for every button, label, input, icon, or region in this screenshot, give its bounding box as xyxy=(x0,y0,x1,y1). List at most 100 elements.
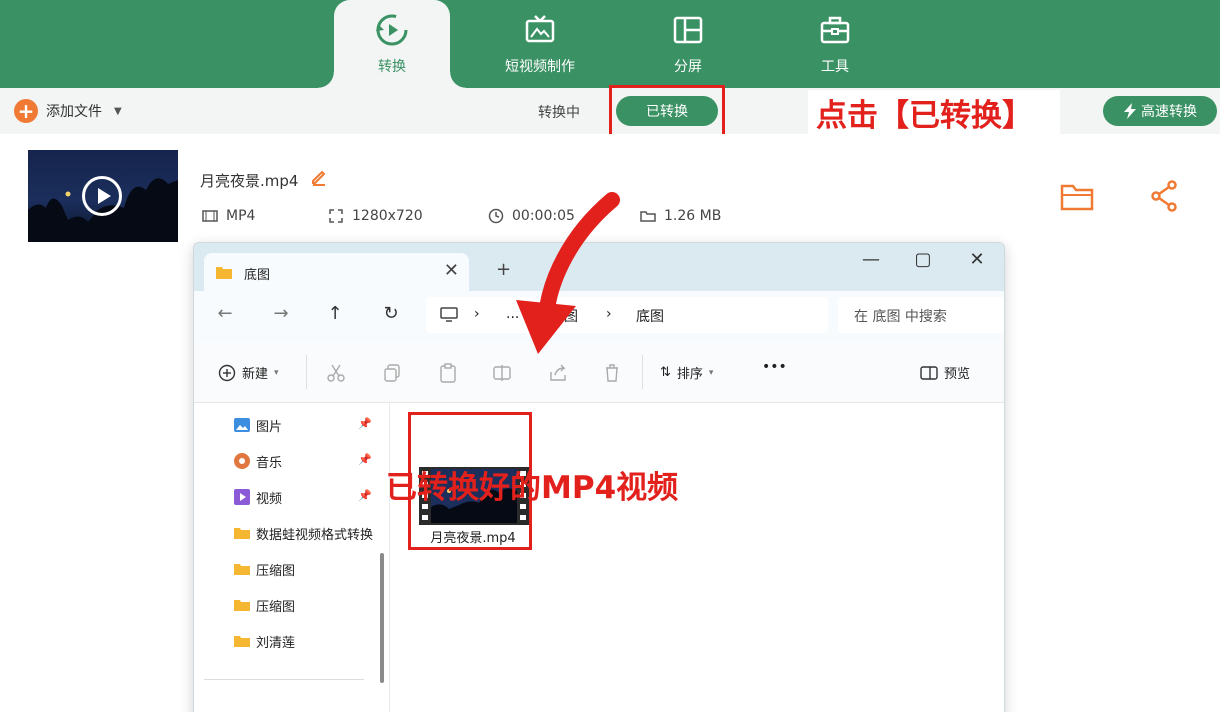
minimize-button[interactable]: — xyxy=(856,249,886,270)
video-thumbnail[interactable] xyxy=(28,150,178,242)
search-input[interactable]: 在 底图 中搜索 xyxy=(838,297,1004,333)
close-window-button[interactable]: ✕ xyxy=(962,249,992,270)
folder-icon xyxy=(234,564,250,575)
sidebar-item-folder[interactable]: 压缩图 xyxy=(234,595,295,615)
tab-short-video[interactable]: 短视频制作 xyxy=(482,0,598,88)
forward-button[interactable]: → xyxy=(268,303,294,324)
new-tab-button[interactable]: + xyxy=(496,259,511,280)
computer-icon xyxy=(440,307,458,322)
tab-tools[interactable]: 工具 xyxy=(777,0,893,88)
new-label: 新建 xyxy=(242,367,269,382)
sidebar-item-label: 数据蛙视频格式转换 xyxy=(256,527,374,543)
tab-label: 分屏 xyxy=(674,59,702,75)
back-button[interactable]: ← xyxy=(212,303,238,324)
folder-icon xyxy=(234,600,250,611)
more-options-button[interactable]: ••• xyxy=(762,359,787,375)
close-tab-icon[interactable]: ✕ xyxy=(444,260,459,281)
sidebar-item-label: 压缩图 xyxy=(256,563,296,579)
sidebar-item-folder[interactable]: 刘清莲 xyxy=(234,631,295,651)
tab-convert[interactable]: 转换 xyxy=(318,0,466,88)
duration-value: 00:00:05 xyxy=(512,208,575,224)
sidebar-item-label: 图片 xyxy=(256,419,283,435)
tab-label: 转换 xyxy=(378,59,406,75)
breadcrumb-separator: › xyxy=(606,306,612,322)
add-file-label: 添加文件 xyxy=(46,104,102,120)
chevron-down-icon[interactable]: ▼ xyxy=(114,106,122,117)
clock-icon xyxy=(488,208,504,224)
breadcrumb-item-base[interactable]: 底图 xyxy=(636,306,664,326)
sidebar-item-folder[interactable]: 数据蛙视频格式转换 xyxy=(234,523,374,543)
sort-icon: ⇅ xyxy=(660,365,671,380)
sidebar-item-music[interactable]: 音乐 xyxy=(234,451,282,471)
address-bar[interactable]: › ... 封面图 › 底图 xyxy=(426,297,828,333)
refresh-button[interactable]: ↻ xyxy=(378,303,404,324)
tab-converting[interactable]: 转换中 xyxy=(538,102,580,122)
open-folder-icon[interactable] xyxy=(1060,182,1094,212)
breadcrumb-separator: › xyxy=(474,306,480,322)
divider xyxy=(642,355,643,389)
resolution-value: 1280x720 xyxy=(352,208,423,224)
chevron-down-icon: ▾ xyxy=(708,367,714,378)
delete-icon[interactable] xyxy=(602,363,622,383)
breadcrumb-ellipsis[interactable]: ... xyxy=(506,306,519,322)
sidebar-item-folder[interactable]: 压缩图 xyxy=(234,559,295,579)
explorer-titlebar: 底图 ✕ + — ▢ ✕ xyxy=(194,243,1004,291)
sort-label: 排序 xyxy=(676,367,703,382)
tab-split-screen[interactable]: 分屏 xyxy=(630,0,746,88)
maximize-button[interactable]: ▢ xyxy=(908,249,938,270)
size-value: 1.26 MB xyxy=(664,208,722,224)
sort-button[interactable]: ⇅ 排序 ▾ xyxy=(660,363,713,382)
folder-icon xyxy=(234,528,250,539)
rename-icon[interactable] xyxy=(492,363,512,383)
plus-circle-icon xyxy=(218,364,236,381)
preview-button[interactable]: 预览 xyxy=(920,363,970,382)
pin-icon[interactable]: 📌 xyxy=(358,453,372,466)
add-file-button[interactable]: + 添加文件 ▼ xyxy=(14,98,122,124)
new-button[interactable]: 新建 ▾ xyxy=(218,363,279,382)
convert-icon xyxy=(376,14,408,46)
sidebar-item-label: 压缩图 xyxy=(256,599,296,615)
explorer-tab[interactable]: 底图 ✕ xyxy=(204,253,469,291)
tab-label: 工具 xyxy=(821,59,849,75)
preview-pane-icon xyxy=(920,365,938,380)
explorer-tab-title: 底图 xyxy=(244,268,271,283)
fast-convert-label: 高速转换 xyxy=(1141,104,1197,120)
lightning-icon xyxy=(1124,103,1136,119)
highlight-box-converted xyxy=(609,85,725,139)
result-hint-annotation: 已转换好的MP4视频 xyxy=(386,470,679,506)
explorer-navbar: ← → ↑ ↻ › ... 封面图 › 底图 在 底图 中搜索 xyxy=(194,291,1004,341)
videos-icon xyxy=(234,489,250,505)
cut-icon[interactable] xyxy=(326,363,346,383)
paste-icon[interactable] xyxy=(438,363,458,383)
tv-icon xyxy=(525,15,555,43)
split-screen-icon xyxy=(673,16,703,44)
sidebar-item-label: 音乐 xyxy=(256,455,283,471)
fast-convert-button[interactable]: 高速转换 xyxy=(1103,96,1217,126)
pictures-icon xyxy=(234,418,250,432)
play-icon[interactable] xyxy=(82,176,122,216)
up-button[interactable]: ↑ xyxy=(322,303,348,324)
breadcrumb-item-cover[interactable]: 封面图 xyxy=(536,306,578,326)
file-duration: 00:00:05 xyxy=(488,208,575,224)
copy-icon[interactable] xyxy=(382,363,402,383)
film-icon xyxy=(202,210,218,222)
folder-icon xyxy=(234,636,250,647)
pin-icon[interactable]: 📌 xyxy=(358,489,372,502)
divider xyxy=(204,679,364,680)
file-name: 月亮夜景.mp4 xyxy=(200,172,299,190)
share-icon[interactable] xyxy=(548,363,568,383)
pin-icon[interactable]: 📌 xyxy=(358,417,372,430)
preview-label: 预览 xyxy=(944,367,971,382)
sidebar-item-pictures[interactable]: 图片 xyxy=(234,415,282,435)
file-list-row: 月亮夜景.mp4 MP4 1280x720 00:00:05 1.26 MB xyxy=(0,134,1220,258)
chevron-down-icon: ▾ xyxy=(274,367,279,378)
file-format: MP4 xyxy=(202,208,255,224)
top-nav-bar: 转换 短视频制作 分屏 工具 xyxy=(0,0,1220,88)
edit-icon[interactable] xyxy=(310,168,328,186)
divider xyxy=(306,355,307,389)
sidebar-item-label: 刘清莲 xyxy=(256,635,296,651)
plus-icon: + xyxy=(14,99,38,123)
share-icon[interactable] xyxy=(1150,180,1178,212)
sidebar-scrollbar[interactable] xyxy=(380,553,384,683)
sidebar-item-videos[interactable]: 视频 xyxy=(234,487,282,507)
